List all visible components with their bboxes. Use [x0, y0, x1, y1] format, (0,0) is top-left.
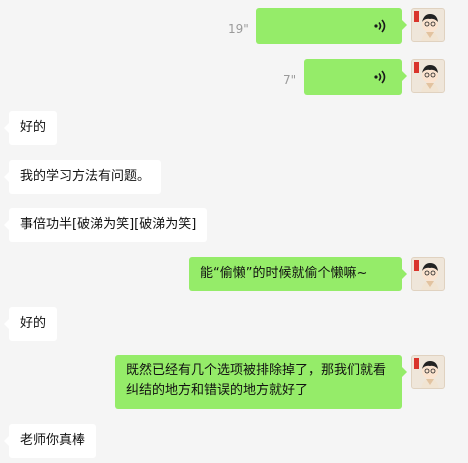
avatar-illustration	[414, 358, 439, 388]
message-row: 好的	[0, 307, 468, 341]
avatar-illustration	[414, 62, 439, 92]
received-message-bubble[interactable]: 好的	[3, 307, 58, 341]
user-avatar[interactable]	[411, 257, 445, 291]
voice-duration: 7"	[283, 73, 297, 87]
message-text: 我的学习方法有问题。	[20, 169, 151, 184]
message-row: 老师你真棒	[0, 424, 468, 458]
voice-wave-icon	[374, 70, 386, 84]
received-message-bubble[interactable]: 好的	[3, 111, 58, 145]
message-row: 事倍功半[破涕为笑][破涕为笑]	[0, 208, 468, 242]
received-message-bubble[interactable]: 我的学习方法有问题。	[3, 160, 162, 194]
received-message-bubble[interactable]: 事倍功半[破涕为笑][破涕为笑]	[3, 208, 208, 242]
voice-duration: 19"	[228, 22, 249, 36]
message-text: 好的	[20, 120, 47, 135]
user-avatar[interactable]	[411, 8, 445, 42]
voice-message-bubble[interactable]	[256, 8, 407, 44]
message-text: 既然已经有几个选项被排除掉了，那我们就看纠结的地方和错误的地方就好了	[126, 363, 387, 398]
message-text: 事倍功半[破涕为笑][破涕为笑]	[20, 217, 197, 232]
message-text: 好的	[20, 316, 47, 331]
sent-message-bubble[interactable]: 能“偷懒”的时候就偷个懒嘛~	[189, 257, 407, 291]
received-message-bubble[interactable]: 老师你真棒	[3, 424, 97, 458]
message-row: 既然已经有几个选项被排除掉了，那我们就看纠结的地方和错误的地方就好了	[0, 355, 468, 409]
message-text: 能“偷懒”的时候就偷个懒嘛~	[200, 266, 368, 281]
voice-wave-icon	[374, 19, 386, 33]
message-row: 7"	[0, 59, 468, 95]
user-avatar[interactable]	[411, 59, 445, 93]
message-row: 能“偷懒”的时候就偷个懒嘛~	[0, 257, 468, 293]
message-row: 好的	[0, 111, 468, 145]
user-avatar[interactable]	[411, 355, 445, 389]
message-row: 19"	[0, 8, 468, 44]
avatar-illustration	[414, 260, 439, 290]
voice-message-bubble[interactable]	[304, 59, 407, 95]
avatar-illustration	[414, 11, 439, 41]
message-text: 老师你真棒	[20, 433, 86, 448]
sent-message-bubble[interactable]: 既然已经有几个选项被排除掉了，那我们就看纠结的地方和错误的地方就好了	[115, 355, 407, 409]
message-row: 我的学习方法有问题。	[0, 160, 468, 194]
